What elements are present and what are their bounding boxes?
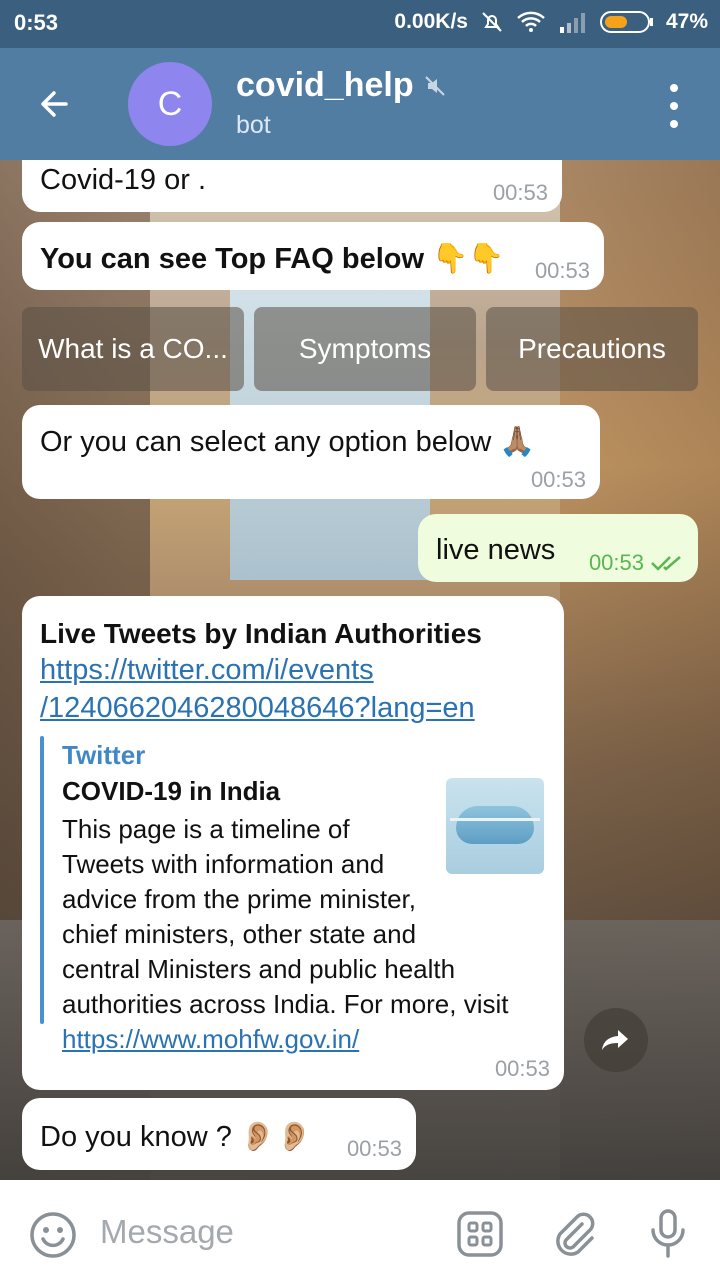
message-title: Live Tweets by Indian Authorities bbox=[40, 618, 482, 649]
mask-strap bbox=[450, 818, 540, 821]
message-bubble[interactable]: Or you can select any option below 🙏🏽 00… bbox=[22, 405, 600, 499]
chat-title-row: covid_help bbox=[236, 66, 448, 105]
keyboard-grid-icon bbox=[457, 1211, 503, 1257]
chat-title-block[interactable]: covid_help bot bbox=[236, 66, 448, 140]
status-right: 0.00K/s 47% bbox=[394, 10, 708, 34]
message-input[interactable] bbox=[100, 1204, 440, 1260]
chat-area[interactable]: Covid-19 or . 00:53 You can see Top FAQ … bbox=[0, 160, 720, 1180]
keyboard-button-precautions[interactable]: Precautions bbox=[486, 307, 698, 391]
message-text: You can see Top FAQ below 👇👇 bbox=[40, 243, 505, 275]
paperclip-icon bbox=[556, 1212, 595, 1256]
back-button[interactable] bbox=[30, 80, 78, 128]
message-text: Covid-19 or . bbox=[40, 164, 207, 196]
more-options-button[interactable] bbox=[664, 84, 684, 128]
message-link[interactable]: https://twitter.com/i/events bbox=[40, 654, 374, 687]
keyboard-button-symptoms[interactable]: Symptoms bbox=[254, 307, 476, 391]
preview-bar bbox=[40, 736, 44, 1024]
keyboard-button-what-is-covid[interactable]: What is a CO... bbox=[22, 307, 244, 391]
message-time: 00:53 bbox=[346, 1136, 402, 1161]
preview-site-name: Twitter bbox=[62, 740, 146, 770]
message-time: 00:53 bbox=[530, 467, 586, 492]
smiley-icon bbox=[30, 1212, 76, 1258]
preview-description: This page is a timeline of Tweets with i… bbox=[62, 812, 509, 1057]
mute-bell-icon bbox=[480, 10, 504, 34]
preview-title: COVID-19 in India bbox=[62, 776, 281, 806]
preview-line: chief ministers, other state and bbox=[62, 919, 417, 949]
chat-title: covid_help bbox=[236, 66, 414, 104]
message-text: live news bbox=[436, 534, 556, 566]
message-text: Or you can select any option below 🙏🏽 bbox=[40, 426, 536, 458]
menu-dot-icon bbox=[670, 84, 678, 92]
mask-shape bbox=[456, 806, 534, 844]
message-bubble[interactable]: Covid-19 or . 00:53 bbox=[22, 160, 562, 212]
message-time: 00:53 bbox=[492, 180, 548, 205]
back-arrow-icon bbox=[41, 91, 68, 117]
message-time: 00:53 bbox=[534, 258, 590, 283]
chat-header: C covid_help bot bbox=[0, 48, 720, 160]
preview-line: Tweets with information and bbox=[62, 849, 385, 879]
message-link[interactable]: /1240662046280048646?lang=en bbox=[40, 692, 475, 725]
forward-button[interactable] bbox=[584, 1008, 648, 1072]
menu-dot-icon bbox=[670, 102, 678, 110]
link-message-bubble[interactable]: Live Tweets by Indian Authorities https:… bbox=[22, 596, 564, 1090]
bot-keyboard-button[interactable] bbox=[454, 1208, 506, 1260]
battery-level: 47% bbox=[665, 10, 708, 33]
message-input-bar bbox=[0, 1180, 720, 1280]
preview-line: authorities across India. For more, visi… bbox=[62, 989, 509, 1019]
outgoing-message-bubble[interactable]: live news 00:53 bbox=[418, 514, 698, 582]
net-speed: 0.00K/s bbox=[394, 10, 468, 33]
preview-link[interactable]: https://www.mohfw.gov.in/ bbox=[62, 1022, 509, 1057]
microphone-icon bbox=[651, 1209, 685, 1258]
message-bubble[interactable]: Do you know ? 👂🏼👂🏼 00:53 bbox=[22, 1098, 416, 1170]
double-check-icon bbox=[651, 556, 681, 571]
wifi-icon bbox=[516, 10, 546, 34]
message-text: Do you know ? 👂🏼👂🏼 bbox=[40, 1121, 313, 1153]
avatar[interactable]: C bbox=[128, 62, 212, 146]
status-time: 0:53 bbox=[14, 10, 59, 35]
status-bar: 0:53 0.00K/s 47% bbox=[0, 0, 720, 48]
preview-line: This page is a timeline of bbox=[62, 814, 350, 844]
signal-icon bbox=[558, 11, 588, 33]
message-time: 00:53 bbox=[588, 550, 644, 575]
muted-speaker-icon bbox=[424, 75, 445, 96]
battery-icon bbox=[599, 10, 654, 34]
preview-line: advice from the prime minister, bbox=[62, 884, 417, 914]
message-meta: 00:53 bbox=[589, 550, 684, 576]
chat-subtitle: bot bbox=[236, 111, 271, 139]
voice-record-button[interactable] bbox=[642, 1208, 694, 1260]
emoji-button[interactable] bbox=[28, 1210, 78, 1260]
message-time: 00:53 bbox=[494, 1056, 550, 1081]
attach-button[interactable] bbox=[548, 1208, 600, 1260]
preview-line: central Ministers and public health bbox=[62, 954, 456, 984]
forward-arrow-icon bbox=[602, 1030, 628, 1050]
message-bubble[interactable]: You can see Top FAQ below 👇👇 00:53 bbox=[22, 222, 604, 290]
preview-thumbnail-mask-image[interactable] bbox=[446, 778, 544, 874]
menu-dot-icon bbox=[670, 120, 678, 128]
